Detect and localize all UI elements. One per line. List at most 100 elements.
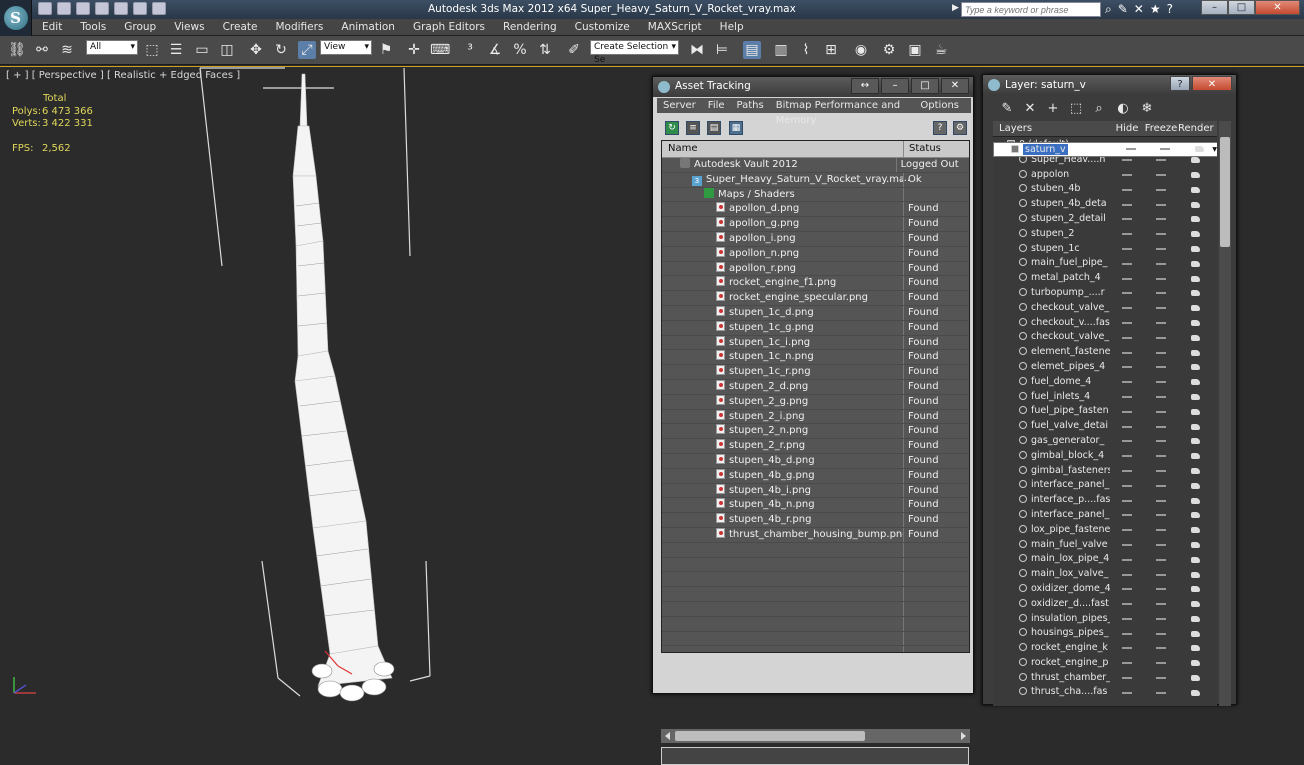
table-row[interactable]: stupen_1c_d.png Found bbox=[662, 305, 969, 321]
mirror-icon[interactable]: ⧓ bbox=[688, 41, 706, 59]
render-toggle[interactable] bbox=[1178, 404, 1212, 419]
freeze-toggle[interactable] bbox=[1144, 449, 1178, 464]
scale-icon[interactable]: ⤢ bbox=[298, 41, 316, 59]
render-toggle[interactable] bbox=[1178, 685, 1212, 700]
viewport-label-menu[interactable]: [ + ] [ Perspective ] [ Realistic + Edge… bbox=[6, 70, 240, 81]
layer-manager-icon[interactable]: ▤ bbox=[743, 41, 761, 59]
table-row[interactable]: rocket_engine_specular.png Found bbox=[662, 291, 969, 306]
subscription-icon[interactable]: ✕ bbox=[1134, 2, 1144, 16]
menu-views[interactable]: Views bbox=[174, 19, 204, 35]
hide-all-layers-icon[interactable]: ◐ bbox=[1115, 101, 1131, 117]
freeze-toggle[interactable] bbox=[1144, 493, 1178, 508]
hide-toggle[interactable] bbox=[1110, 552, 1144, 567]
object-row[interactable]: elemet_pipes_4 bbox=[993, 360, 1217, 375]
curve-editor-icon[interactable]: ⌇ bbox=[797, 41, 815, 59]
object-row[interactable]: thrust_chamber_ bbox=[993, 671, 1217, 686]
freeze-toggle[interactable] bbox=[1144, 434, 1178, 449]
render-toggle[interactable] bbox=[1178, 508, 1212, 523]
object-row[interactable]: oxidizer_d....fast bbox=[993, 597, 1217, 612]
render-toggle[interactable] bbox=[1178, 182, 1212, 197]
render-toggle[interactable] bbox=[1178, 256, 1212, 271]
hide-toggle[interactable] bbox=[1114, 143, 1148, 156]
hide-toggle[interactable] bbox=[1110, 626, 1144, 641]
render-toggle[interactable] bbox=[1178, 419, 1212, 434]
render-toggle[interactable] bbox=[1178, 626, 1212, 641]
vertical-scrollbar[interactable] bbox=[1219, 121, 1231, 706]
rendered-frame-window-icon[interactable]: ▣ bbox=[906, 41, 924, 59]
at-menu-bitmap-performance[interactable]: Bitmap Performance and Memory bbox=[776, 98, 909, 126]
undo-icon[interactable] bbox=[95, 2, 109, 15]
selection-filter-select[interactable]: All bbox=[86, 40, 138, 55]
render-toggle[interactable] bbox=[1178, 390, 1212, 405]
hide-toggle[interactable] bbox=[1110, 656, 1144, 671]
render-toggle[interactable] bbox=[1178, 197, 1212, 212]
object-row[interactable]: fuel_inlets_4 bbox=[993, 390, 1217, 405]
render-toggle[interactable] bbox=[1178, 478, 1212, 493]
new-file-icon[interactable] bbox=[38, 2, 52, 15]
object-row[interactable]: turbopump_....r bbox=[993, 286, 1217, 301]
hide-toggle[interactable] bbox=[1110, 182, 1144, 197]
render-toggle[interactable] bbox=[1178, 360, 1212, 375]
object-row[interactable]: interface_p....fas bbox=[993, 493, 1217, 508]
table-row[interactable]: rocket_engine_f1.png Found bbox=[662, 276, 969, 292]
hide-toggle[interactable] bbox=[1110, 345, 1144, 360]
table-row[interactable]: stupen_4b_i.png Found bbox=[662, 483, 969, 499]
render-toggle[interactable] bbox=[1178, 316, 1212, 331]
object-row[interactable]: interface_panel_ bbox=[993, 478, 1217, 493]
render-toggle[interactable] bbox=[1178, 641, 1212, 656]
save-file-icon[interactable] bbox=[76, 2, 90, 15]
close-button[interactable]: ✕ bbox=[941, 78, 969, 94]
object-row[interactable]: insulation_pipes_ bbox=[993, 612, 1217, 627]
table-row[interactable]: stupen_1c_i.png Found bbox=[662, 335, 969, 351]
rectangle-selection-icon[interactable]: ▭ bbox=[193, 41, 211, 59]
object-row[interactable]: main_fuel_pipe_ bbox=[993, 256, 1217, 271]
hide-toggle[interactable] bbox=[1110, 464, 1144, 479]
select-manipulate-icon[interactable]: ✛ bbox=[405, 41, 423, 59]
freeze-toggle[interactable] bbox=[1148, 143, 1182, 156]
create-layer-icon[interactable]: ✎ bbox=[999, 101, 1015, 117]
hide-toggle[interactable] bbox=[1110, 212, 1144, 227]
table-row[interactable]: thrust_chamber_housing_bump.png Found bbox=[662, 527, 969, 543]
object-row[interactable]: stupen_1c bbox=[993, 242, 1217, 257]
hide-toggle[interactable] bbox=[1110, 685, 1144, 700]
render-toggle[interactable] bbox=[1182, 143, 1216, 156]
object-row[interactable]: checkout_v....fas bbox=[993, 316, 1217, 331]
app-logo-button[interactable]: S bbox=[0, 0, 32, 36]
menu-maxscript[interactable]: MAXScript bbox=[648, 19, 702, 35]
table-row[interactable]: apollon_i.png Found bbox=[662, 231, 969, 247]
select-highlighted-icon[interactable]: ⬚ bbox=[1068, 101, 1084, 117]
favorites-star-icon[interactable]: ★ bbox=[1150, 2, 1161, 16]
edit-named-selection-icon[interactable]: ✐ bbox=[565, 41, 583, 59]
render-toggle[interactable] bbox=[1178, 286, 1212, 301]
render-toggle[interactable] bbox=[1178, 301, 1212, 316]
percent-snap-icon[interactable]: % bbox=[511, 41, 529, 59]
render-toggle[interactable] bbox=[1178, 271, 1212, 286]
maximize-button[interactable]: □ bbox=[911, 78, 939, 94]
minimize-button[interactable]: – bbox=[881, 78, 909, 94]
move-icon[interactable]: ✥ bbox=[247, 41, 265, 59]
list-view-icon[interactable]: ≡ bbox=[686, 121, 700, 135]
object-row[interactable]: main_fuel_valve bbox=[993, 538, 1217, 553]
object-row[interactable]: stupen_4b_deta bbox=[993, 197, 1217, 212]
hide-toggle[interactable] bbox=[1110, 478, 1144, 493]
column-render[interactable]: Render bbox=[1178, 121, 1214, 136]
window-crossing-icon[interactable]: ◫ bbox=[218, 41, 236, 59]
help-icon[interactable]: ? bbox=[933, 121, 947, 135]
object-row[interactable]: rocket_engine_p bbox=[993, 656, 1217, 671]
menu-animation[interactable]: Animation bbox=[341, 19, 395, 35]
render-toggle[interactable] bbox=[1178, 552, 1212, 567]
at-menu-file[interactable]: File bbox=[708, 98, 725, 113]
freeze-toggle[interactable] bbox=[1144, 597, 1178, 612]
freeze-toggle[interactable] bbox=[1144, 271, 1178, 286]
angle-snap-icon[interactable]: ∡ bbox=[486, 41, 504, 59]
freeze-toggle[interactable] bbox=[1144, 538, 1178, 553]
freeze-all-layers-icon[interactable]: ❄ bbox=[1139, 101, 1155, 117]
hide-toggle[interactable] bbox=[1110, 612, 1144, 627]
freeze-toggle[interactable] bbox=[1144, 345, 1178, 360]
table-row[interactable]: Maps / Shaders bbox=[662, 187, 969, 203]
freeze-toggle[interactable] bbox=[1144, 656, 1178, 671]
hide-toggle[interactable] bbox=[1110, 301, 1144, 316]
freeze-toggle[interactable] bbox=[1144, 523, 1178, 538]
object-row[interactable]: rocket_engine_k bbox=[993, 641, 1217, 656]
schematic-view-icon[interactable]: ⊞ bbox=[822, 41, 840, 59]
